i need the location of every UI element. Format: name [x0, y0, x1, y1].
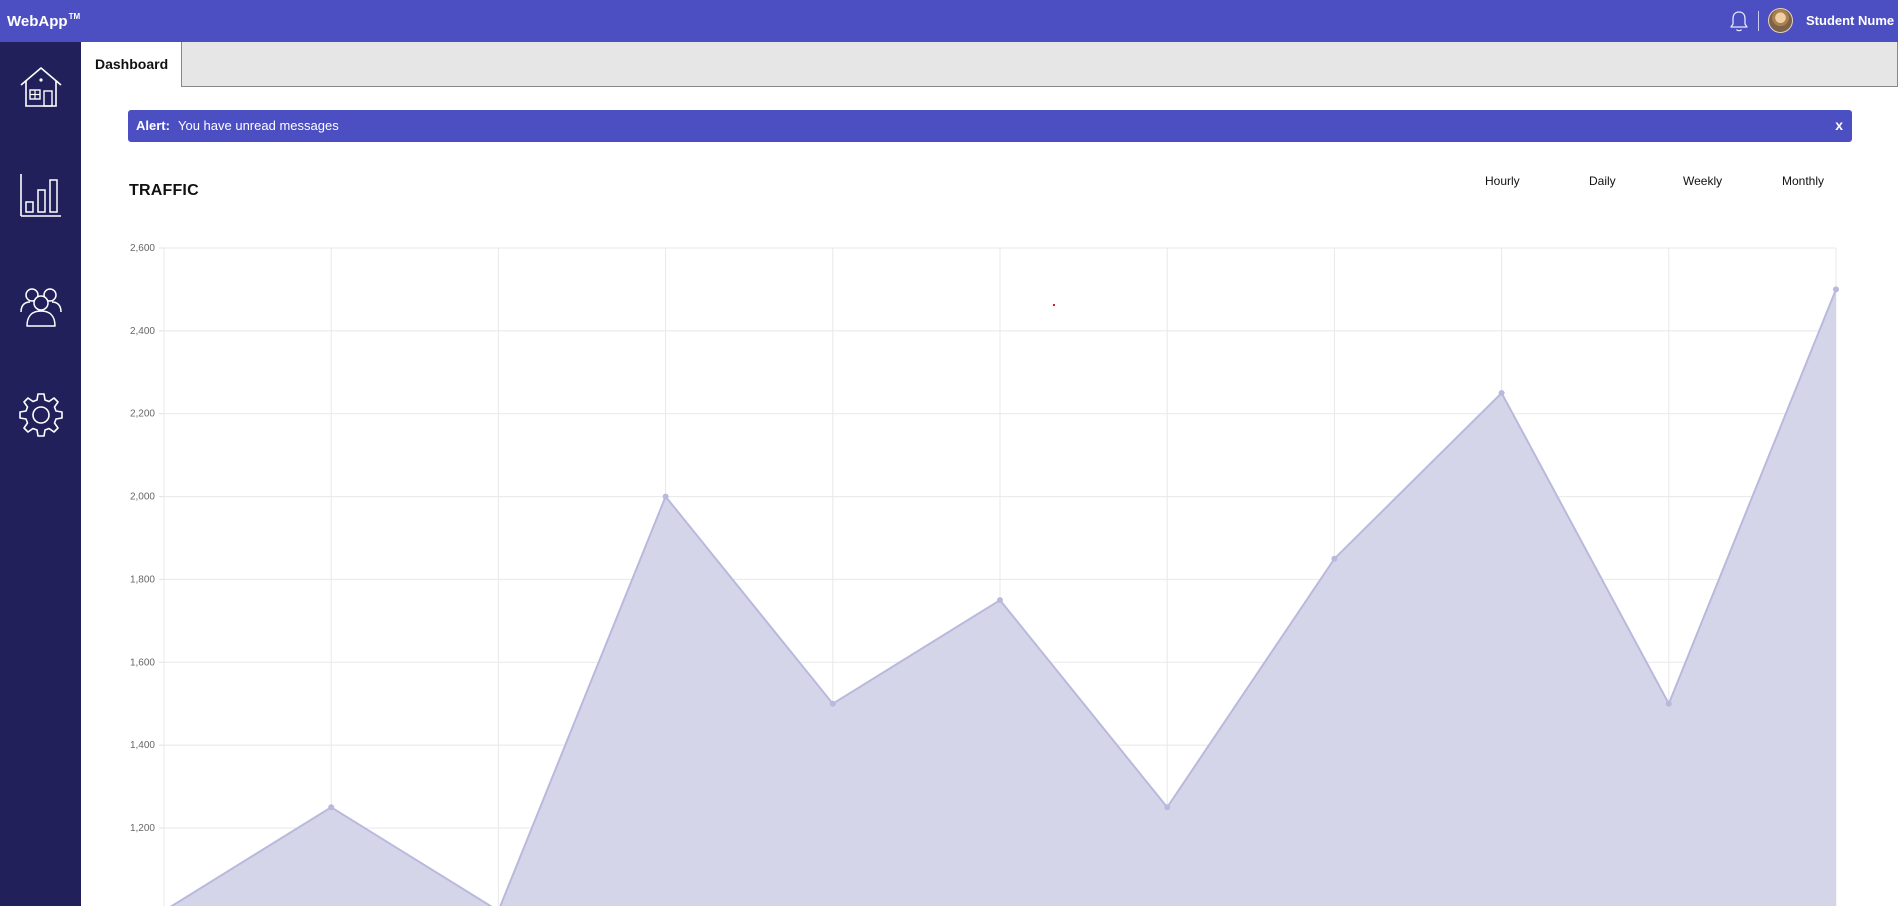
series-line	[169, 289, 1837, 906]
data-point	[1331, 555, 1338, 562]
period-monthly[interactable]: Monthly	[1782, 174, 1824, 188]
tab-dashboard[interactable]: Dashboard	[81, 42, 182, 87]
top-bar: WebAppTM Student Nume	[0, 0, 1898, 42]
y-tick-label: 1,400	[130, 740, 155, 751]
alert-message: You have unread messages	[178, 118, 339, 133]
data-point	[662, 493, 669, 500]
stray-dot	[1053, 304, 1055, 306]
y-tick-label: 2,600	[130, 243, 155, 254]
data-point	[1164, 804, 1171, 811]
traffic-title: TRAFFIC	[129, 182, 199, 199]
data-point	[1498, 390, 1505, 396]
topbar-divider	[1758, 11, 1759, 31]
sidebar	[0, 42, 81, 906]
alert-close-button[interactable]: x	[1835, 117, 1843, 133]
user-name[interactable]: Student Nume	[1806, 13, 1894, 28]
y-tick-label: 2,200	[130, 409, 155, 420]
period-daily[interactable]: Daily	[1589, 174, 1616, 188]
y-tick-label: 2,400	[130, 326, 155, 337]
y-tick-label: 2,000	[130, 492, 155, 503]
y-tick-label: 1,200	[130, 823, 155, 834]
y-tick-label: 1,800	[130, 574, 155, 585]
y-tick-label: 1,600	[130, 657, 155, 668]
bell-icon[interactable]	[1728, 9, 1750, 33]
alert-label: Alert:	[136, 118, 170, 133]
users-icon[interactable]	[18, 282, 64, 328]
brand-name: WebApp	[7, 13, 68, 30]
bar-chart-icon[interactable]	[18, 172, 64, 218]
period-hourly[interactable]: Hourly	[1485, 174, 1520, 188]
area-fill	[164, 289, 1836, 906]
tab-strip	[81, 42, 1898, 87]
house-icon[interactable]	[18, 64, 64, 110]
period-weekly[interactable]: Weekly	[1683, 174, 1722, 188]
brand-logo[interactable]: WebAppTM	[7, 12, 80, 30]
data-point	[1665, 700, 1672, 707]
data-point	[328, 804, 335, 811]
data-point	[829, 700, 836, 707]
alert-banner: Alert: You have unread messages x	[128, 110, 1852, 142]
gear-icon[interactable]	[18, 392, 64, 438]
user-avatar[interactable]	[1768, 8, 1793, 33]
data-point	[997, 597, 1003, 604]
data-point	[1833, 286, 1839, 293]
trademark-mark: TM	[68, 12, 81, 21]
